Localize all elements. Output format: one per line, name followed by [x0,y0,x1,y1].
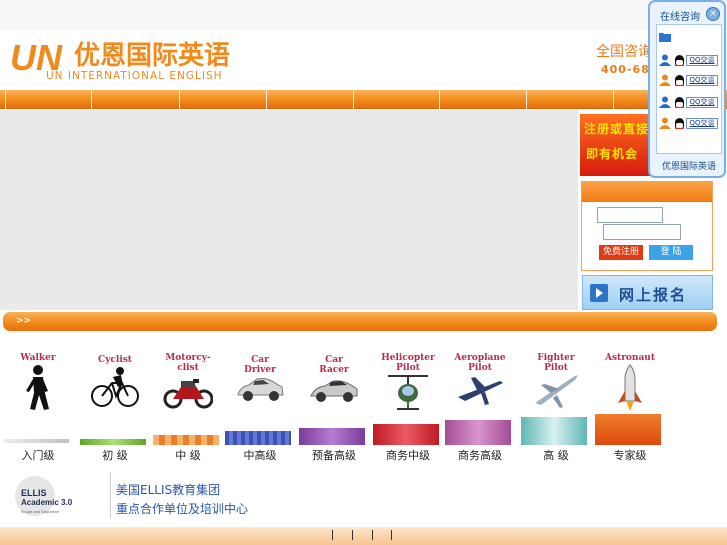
airplane-icon [458,377,503,405]
ellis-logo-tag: Scope and Sequence [21,509,60,514]
level-label: 商务中级 [386,449,430,462]
level-label: 商务高级 [458,449,502,462]
nav-item[interactable] [527,90,614,109]
footer-bar [0,527,727,545]
section-bar-arrows[interactable]: >> [16,316,31,326]
level-swatch [373,424,439,445]
level-name: Walker [20,353,56,363]
footer-separator [372,530,373,540]
fighter-jet-icon [535,375,578,408]
person-blue-icon [659,96,671,108]
qq-chat-button[interactable]: QQ交谈 [686,75,718,86]
ellis-logo[interactable]: ELLIS Academic 3.0 Scope and Sequence [15,474,101,518]
section-bar: >> [3,312,717,331]
footer-separator [352,530,353,540]
arrow-right-icon [590,284,608,302]
level-swatch [299,428,365,445]
phone-label: 全国咨询 [596,44,652,60]
level-swatch [445,420,511,445]
chat-contact: QQ交谈 [659,96,721,110]
partner-line-2: 重点合作单位及培训中心 [116,502,249,516]
login-button[interactable]: 登 陆 [649,245,693,260]
level-swatch [80,439,146,445]
partner-line-1: 美国ELLIS教育集团 [116,483,221,497]
nav-item[interactable] [180,90,267,109]
helicopter-icon [388,375,428,410]
level-swatch [3,439,69,443]
register-promo-banner[interactable]: 注册或直接 即有机会 [580,114,650,176]
qq-penguin-icon [675,75,684,86]
close-icon[interactable]: × [706,7,720,21]
nav-item[interactable] [354,90,440,109]
partner-divider [110,472,111,518]
level-label: 中 级 [175,449,201,462]
chat-contact: QQ交谈 [659,117,721,131]
level-swatch [521,417,587,445]
chat-contact: QQ交谈 [659,74,721,88]
nav-item[interactable] [267,90,354,109]
level-name: Astronaut [604,353,656,363]
main-nav [0,90,727,109]
nav-item[interactable] [92,90,180,109]
footer-separator [332,530,333,540]
race-car-icon [310,380,358,402]
qq-chat-button[interactable]: QQ交谈 [686,118,718,129]
walker-icon [26,365,49,410]
level-swatch [225,431,291,445]
qq-penguin-icon [675,55,684,66]
person-blue-icon [659,54,671,66]
chat-widget-brand: 优恩国际英语 [661,162,716,172]
folder-icon [659,33,671,42]
motorcycle-icon [163,379,213,409]
free-register-button[interactable]: 免费注册 [599,245,643,260]
logo-brand-cn: 优恩国际英语 [74,41,230,71]
promo-line-2: 即有机会 [586,147,639,161]
login-panel: 免费注册 登 陆 [581,181,713,271]
level-label: 高 级 [543,449,569,462]
online-register-button[interactable]: 网上报名 [582,275,713,310]
promo-line-1: 注册或直接 [584,122,650,136]
person-orange-icon [659,74,671,86]
level-label: 中高级 [243,449,277,462]
person-orange-icon [659,117,671,129]
level-swatch [595,414,661,445]
qq-penguin-icon [675,97,684,108]
level-label: 初 级 [102,449,128,462]
nav-item[interactable] [6,90,92,109]
level-label: 专家级 [613,449,647,462]
password-input[interactable] [603,224,681,240]
online-chat-widget: 在线咨询 × QQ交谈 QQ交谈 QQ交谈 QQ交谈 优恩国际英语 [648,0,726,178]
qq-chat-button[interactable]: QQ交谈 [686,97,718,108]
banner-placeholder [0,110,578,310]
ellis-logo-title: ELLIS [21,488,47,498]
online-register-label: 网上报名 [619,286,688,304]
chat-widget-title: 在线咨询 [660,12,700,23]
login-header [582,182,712,202]
qq-chat-button[interactable]: QQ交谈 [686,55,718,66]
username-input[interactable] [597,207,663,223]
level-chart: Walker 入门级 Cyclist 初 级 Motorcy- clist 中 … [0,335,665,467]
ellis-logo-sub: Academic 3.0 [21,498,73,507]
logo-brand-en: UN INTERNATIONAL ENGLISH [46,70,223,82]
chat-contact: QQ交谈 [659,54,721,68]
level-label: 入门级 [21,449,55,462]
cyclist-icon [91,367,139,407]
nav-item[interactable] [440,90,527,109]
site-logo[interactable]: UN 优恩国际英语 UN INTERNATIONAL ENGLISH [8,34,268,84]
level-swatch [153,435,219,445]
chat-widget-body: QQ交谈 QQ交谈 QQ交谈 QQ交谈 [656,24,722,154]
car-icon [237,378,284,401]
space-shuttle-icon [618,364,642,411]
top-strip [0,0,727,30]
footer-separator [391,530,392,540]
level-label: 预备高级 [312,449,356,462]
qq-penguin-icon [675,118,684,129]
